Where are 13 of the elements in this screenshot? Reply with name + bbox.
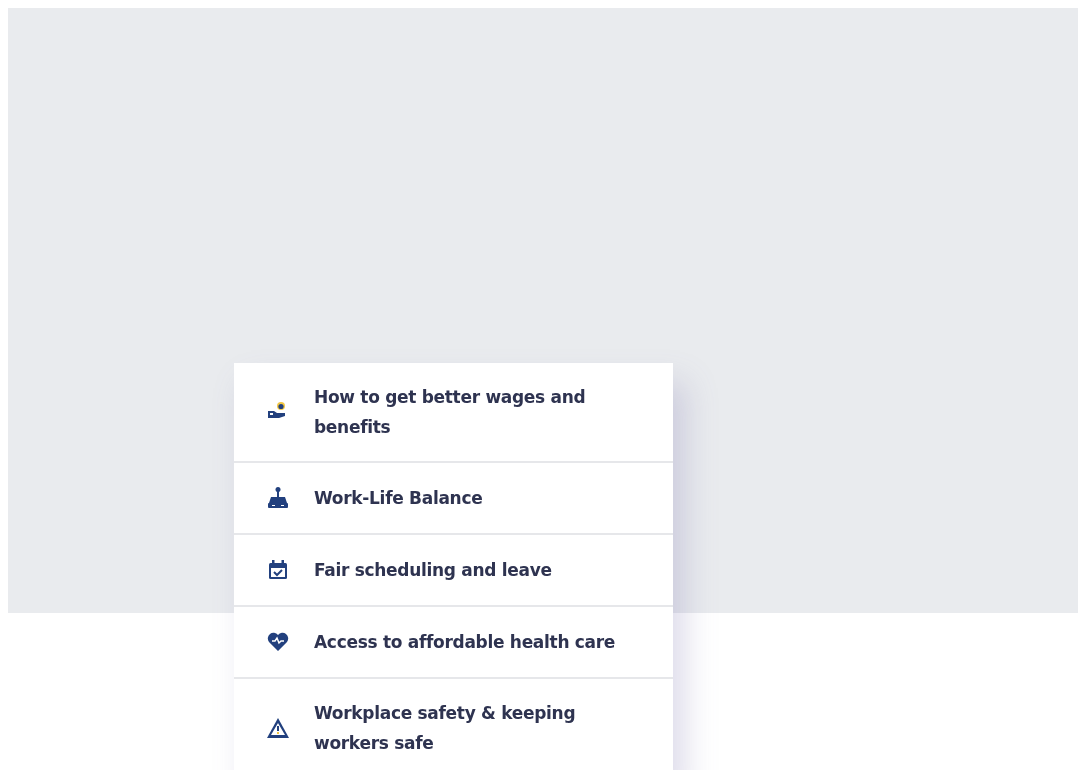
heart-icon	[266, 630, 290, 654]
menu-item-label: How to get better wages and benefits	[314, 386, 587, 439]
menu-item[interactable]: Workplace safety & keeping workers safe	[234, 679, 673, 770]
menu-item-label: Workplace safety & keeping workers safe	[314, 702, 577, 755]
menu-item[interactable]: Fair scheduling and leave	[234, 535, 673, 607]
menu-item-label: Access to affordable health care	[314, 631, 616, 654]
menu-item[interactable]: Access to affordable health care	[234, 607, 673, 679]
menu-item[interactable]: How to get better wages and benefits	[234, 363, 673, 463]
calendar-check-icon	[266, 558, 290, 582]
menu-item-label: Work-Life Balance	[314, 487, 483, 510]
menu-item[interactable]: Work-Life Balance	[234, 463, 673, 535]
warning-icon	[266, 716, 290, 740]
menu-item-label: Fair scheduling and leave	[314, 559, 552, 582]
